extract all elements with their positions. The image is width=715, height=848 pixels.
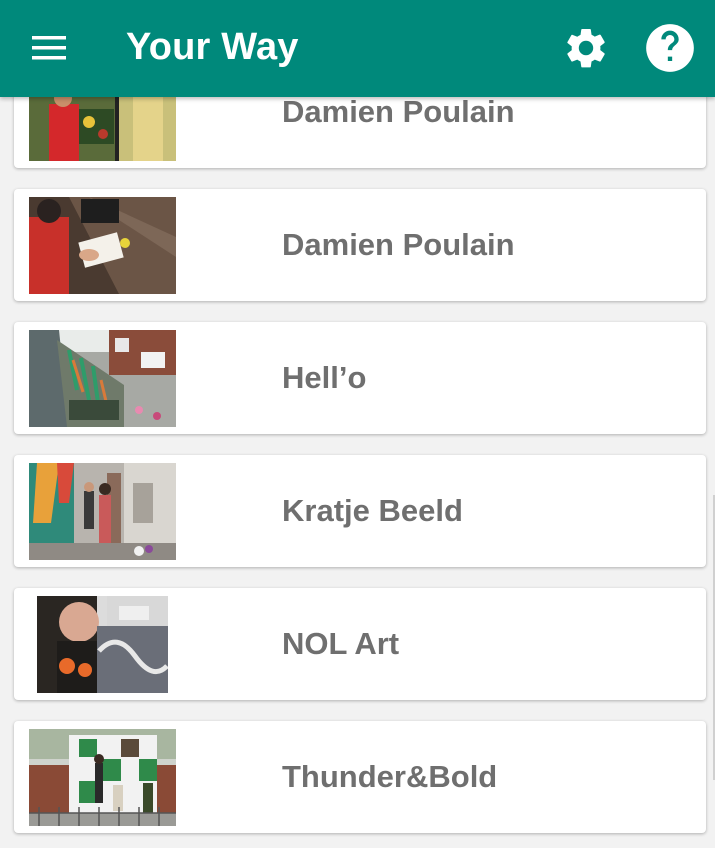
help-button[interactable] (642, 20, 698, 76)
list-item[interactable]: Kratje Beeld (14, 455, 706, 567)
artist-name: Damien Poulain (282, 94, 515, 129)
artist-name: Damien Poulain (282, 227, 515, 262)
artist-name: Kratje Beeld (282, 493, 463, 528)
artist-thumbnail (29, 463, 176, 560)
artist-thumbnail (37, 596, 168, 693)
artist-thumbnail (29, 729, 176, 826)
list-item[interactable]: Hell’o (14, 322, 706, 434)
artist-name: Hell’o (282, 360, 367, 395)
artist-thumbnail (29, 197, 176, 294)
artist-thumbnail (29, 330, 176, 427)
settings-button[interactable] (558, 22, 614, 74)
app-title: Your Way (126, 26, 299, 68)
help-circle-icon (646, 24, 694, 72)
hamburger-menu-icon (32, 36, 66, 60)
list-item[interactable]: Damien Poulain (14, 189, 706, 301)
app-bar: Your Way (0, 0, 715, 97)
artist-name: NOL Art (282, 626, 400, 661)
list-item[interactable]: NOL Art (14, 588, 706, 700)
list-item[interactable]: Thunder&Bold (14, 721, 706, 833)
artist-list: Damien Poulain Damien Poulain Hell’o Kra… (0, 0, 715, 848)
artist-name: Thunder&Bold (282, 759, 498, 794)
menu-button[interactable] (22, 26, 76, 70)
gear-icon (567, 28, 605, 68)
